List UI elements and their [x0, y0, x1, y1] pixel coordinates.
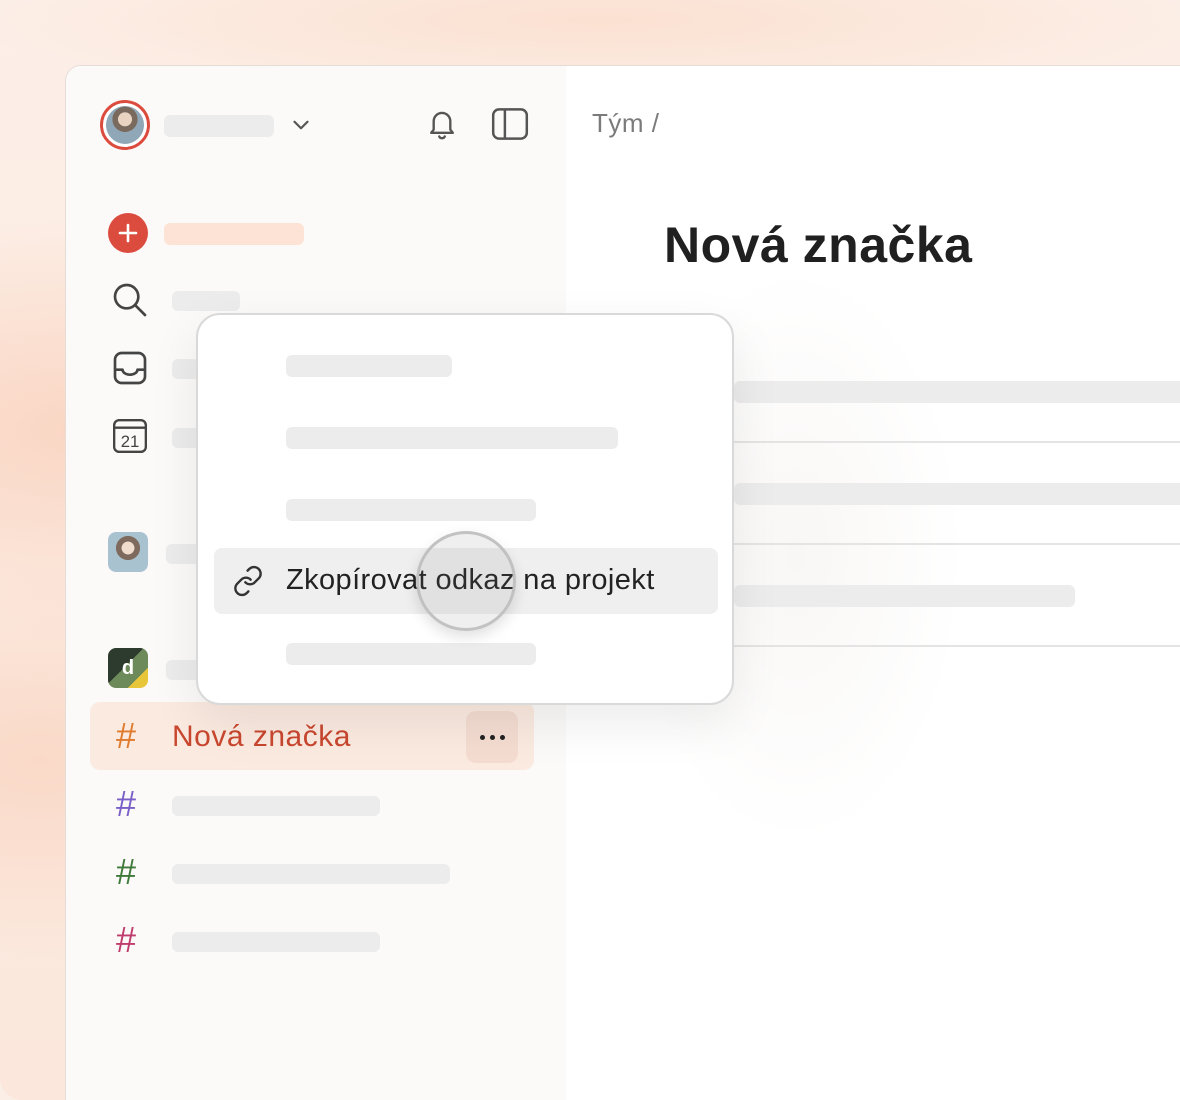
menu-item-placeholder[interactable]: [286, 499, 536, 521]
project-label-placeholder[interactable]: [172, 932, 380, 952]
context-menu: Zkopírovat odkaz na projekt: [196, 313, 734, 705]
add-task-button[interactable]: [108, 213, 148, 253]
divider: [734, 645, 1180, 647]
user-avatar[interactable]: [100, 100, 150, 150]
menu-item-placeholder[interactable]: [286, 643, 536, 665]
project-label-placeholder[interactable]: [172, 864, 450, 884]
member-label-placeholder[interactable]: [166, 544, 200, 564]
task-placeholder[interactable]: [734, 585, 1075, 607]
cursor-click-indicator: [416, 531, 516, 631]
page-title: Nová značka: [664, 217, 973, 273]
hash-icon: #: [116, 851, 137, 892]
calendar-icon[interactable]: 21: [108, 414, 152, 458]
more-options-button[interactable]: [466, 711, 518, 763]
hash-icon: #: [116, 783, 137, 824]
calendar-day-number: 21: [121, 432, 140, 451]
add-task-label-placeholder[interactable]: [164, 223, 304, 245]
team-member-avatar[interactable]: [108, 532, 148, 572]
project-label-placeholder[interactable]: [172, 796, 380, 816]
inbox-icon[interactable]: [108, 346, 152, 390]
sidebar-item-label: Nová značka: [172, 720, 351, 753]
search-icon[interactable]: [108, 278, 152, 322]
hash-icon: #: [116, 715, 137, 756]
workspace-logo[interactable]: d: [108, 648, 148, 688]
link-icon: [234, 565, 262, 597]
divider: [734, 543, 1180, 545]
bell-icon[interactable]: [422, 104, 462, 144]
search-label-placeholder[interactable]: [172, 291, 240, 311]
task-placeholder[interactable]: [734, 483, 1180, 505]
hash-icon: #: [116, 919, 137, 960]
workspace-logo-letter: d: [121, 656, 135, 679]
username-placeholder: [164, 115, 274, 137]
sidebar-toggle-icon[interactable]: [490, 104, 530, 144]
workspace-label-placeholder[interactable]: [166, 660, 200, 680]
menu-item-placeholder[interactable]: [286, 355, 452, 377]
menu-item-placeholder[interactable]: [286, 427, 618, 449]
breadcrumb[interactable]: Tým /: [592, 108, 660, 139]
divider: [734, 441, 1180, 443]
task-placeholder[interactable]: [734, 381, 1180, 403]
chevron-down-icon[interactable]: [288, 112, 314, 138]
app-window: 21 d # Nová značka # # # Tým / Nová znač…: [65, 65, 1180, 1100]
